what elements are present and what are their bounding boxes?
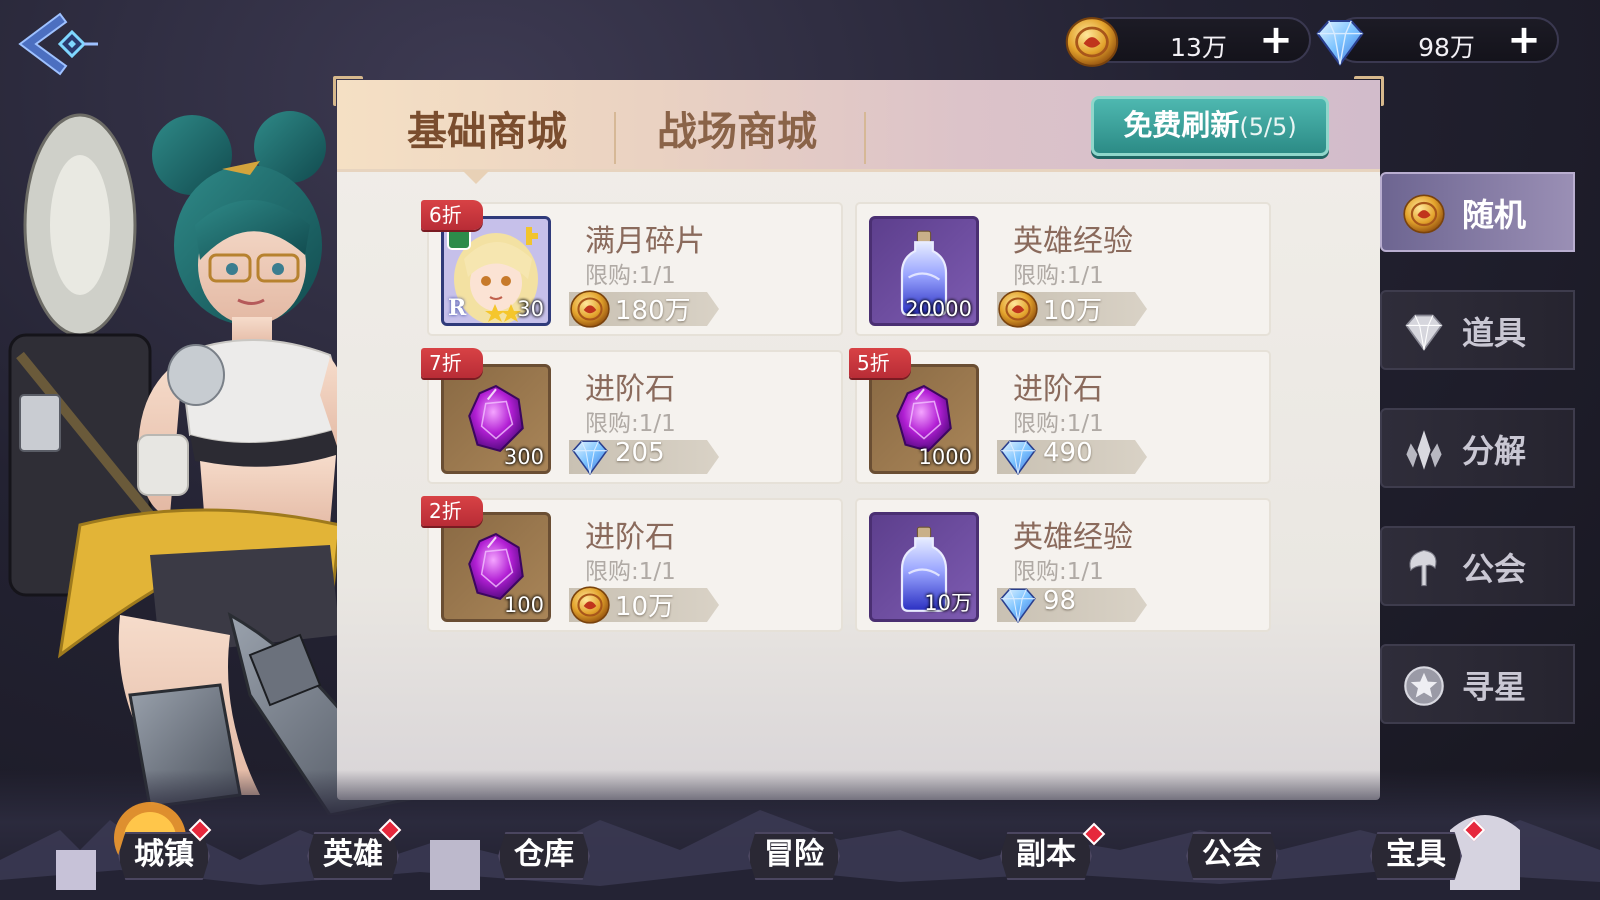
diamond-icon xyxy=(1312,14,1368,70)
item-name: 进阶石 xyxy=(585,372,675,407)
side-tab-label: 分解 xyxy=(1462,432,1527,470)
nav-label: 公会 xyxy=(1202,837,1262,872)
item-name: 英雄经验 xyxy=(1013,520,1133,555)
diamond-icon xyxy=(997,584,1039,626)
item-quantity: 100 xyxy=(503,593,544,617)
shop-item-card[interactable]: 100 2折 进阶石 限购:1/1 10万 xyxy=(421,496,843,632)
diamond-icon xyxy=(997,436,1039,478)
item-price: 10万 xyxy=(1043,296,1103,326)
discount-badge: 6折 xyxy=(421,200,483,230)
nav-heroes[interactable]: 英雄 xyxy=(307,832,399,880)
hero-rank-label: R xyxy=(448,295,467,321)
nav-adventure[interactable]: 冒险 xyxy=(748,832,840,880)
add-gold-button[interactable]: + xyxy=(1257,20,1295,60)
purchase-limit: 限购:1/1 xyxy=(1013,263,1104,289)
discount-badge: 7折 xyxy=(421,348,483,378)
refresh-count: (5/5) xyxy=(1239,113,1297,141)
diamond-icon xyxy=(569,436,611,478)
side-tab-star-search[interactable]: 寻星 xyxy=(1380,644,1575,724)
tab-battlefield-shop[interactable]: 战场商城 xyxy=(649,100,825,164)
discount-badge: 5折 xyxy=(849,348,911,378)
shop-item-card[interactable]: 20000 英雄经验 限购:1/1 10万 xyxy=(855,202,1271,336)
nav-treasure[interactable]: 宝具 xyxy=(1370,832,1462,880)
purchase-limit: 限购:1/1 xyxy=(1013,411,1104,437)
item-price: 10万 xyxy=(615,592,675,622)
side-tab-label: 道具 xyxy=(1462,314,1527,352)
add-gems-button[interactable]: + xyxy=(1505,20,1543,60)
nav-label: 副本 xyxy=(1016,837,1076,872)
gold-coin-icon xyxy=(1402,192,1446,236)
gem-amount: 98万 xyxy=(1418,33,1475,62)
side-tab-guild[interactable]: 公会 xyxy=(1380,526,1575,606)
nav-warehouse[interactable]: 仓库 xyxy=(498,832,590,880)
item-icon-frame: 10万 xyxy=(869,512,979,622)
gold-coin-icon xyxy=(569,288,611,330)
purchase-limit: 限购:1/1 xyxy=(585,263,676,289)
purchase-limit: 限购:1/1 xyxy=(585,559,676,585)
purchase-limit: 限购:1/1 xyxy=(1013,559,1104,585)
panel-corner-ornament xyxy=(1354,76,1384,106)
side-tab-decompose[interactable]: 分解 xyxy=(1380,408,1575,488)
shop-panel: 基础商城 战场商城 免费刷新(5/5) R 30 6折 满月碎片 限购:1/1 … xyxy=(333,76,1384,800)
tab-divider xyxy=(864,112,866,164)
purchase-limit: 限购:1/1 xyxy=(585,411,676,437)
nav-label: 城镇 xyxy=(134,837,194,872)
active-tab-indicator xyxy=(462,170,490,184)
item-icon-frame: 1000 xyxy=(869,364,979,474)
nav-label: 冒险 xyxy=(764,837,824,872)
side-tab-label: 寻星 xyxy=(1462,668,1527,706)
item-icon-frame: 20000 xyxy=(869,216,979,326)
side-tab-label: 公会 xyxy=(1462,550,1527,588)
back-button[interactable] xyxy=(14,10,100,78)
item-name: 进阶石 xyxy=(1013,372,1103,407)
star-medal-icon xyxy=(1404,666,1444,706)
item-price: 180万 xyxy=(615,296,691,326)
shop-item-card[interactable]: R 30 6折 满月碎片 限购:1/1 180万 xyxy=(421,200,843,336)
nav-label: 宝具 xyxy=(1386,837,1446,872)
item-quantity: 10万 xyxy=(924,591,972,615)
nav-guild[interactable]: 公会 xyxy=(1186,832,1278,880)
side-tab-items[interactable]: 道具 xyxy=(1380,290,1575,370)
shop-tab-bar: 基础商城 战场商城 免费刷新(5/5) xyxy=(333,76,1384,172)
back-arrow-icon xyxy=(18,12,98,76)
refresh-label: 免费刷新 xyxy=(1123,108,1240,142)
item-icon-frame: 300 xyxy=(441,364,551,474)
item-price: 490 xyxy=(1043,438,1093,468)
tab-basic-shop[interactable]: 基础商城 xyxy=(399,100,575,164)
item-name: 进阶石 xyxy=(585,520,675,555)
item-name: 满月碎片 xyxy=(585,224,705,259)
side-tab-label: 随机 xyxy=(1462,196,1527,234)
gold-currency: 13万 + xyxy=(1086,17,1311,63)
diamond-icon xyxy=(1405,314,1443,352)
crystal-shard-icon xyxy=(1406,430,1442,470)
item-price: 205 xyxy=(615,438,665,468)
item-name: 英雄经验 xyxy=(1013,224,1133,259)
item-icon-frame: R 30 xyxy=(441,216,551,326)
gold-amount: 13万 xyxy=(1170,33,1227,62)
side-tab-random[interactable]: 随机 xyxy=(1380,172,1575,252)
guild-crest-icon xyxy=(1409,549,1437,587)
free-refresh-button[interactable]: 免费刷新(5/5) xyxy=(1091,96,1329,156)
shop-item-card[interactable]: 1000 5折 进阶石 限购:1/1 490 xyxy=(849,348,1271,484)
shop-item-card[interactable]: 10万 英雄经验 限购:1/1 98 xyxy=(855,498,1271,632)
gold-coin-icon xyxy=(997,288,1039,330)
item-icon-frame: 100 xyxy=(441,512,551,622)
nav-label: 英雄 xyxy=(323,837,383,872)
shop-item-card[interactable]: 300 7折 进阶石 限购:1/1 205 xyxy=(421,348,843,484)
item-quantity: 20000 xyxy=(905,297,972,321)
item-quantity: 300 xyxy=(503,445,544,469)
gem-currency: 98万 + xyxy=(1334,17,1559,63)
nav-label: 仓库 xyxy=(514,837,574,872)
panel-corner-ornament xyxy=(333,76,363,106)
discount-badge: 2折 xyxy=(421,496,483,526)
nav-town[interactable]: 城镇 xyxy=(118,832,210,880)
item-price: 98 xyxy=(1043,586,1077,616)
item-quantity: 30 xyxy=(517,297,544,321)
nav-dungeon[interactable]: 副本 xyxy=(1000,832,1092,880)
gold-coin-icon xyxy=(569,584,611,626)
item-quantity: 1000 xyxy=(918,445,972,469)
gold-coin-icon xyxy=(1064,14,1120,70)
tab-divider xyxy=(614,112,616,164)
